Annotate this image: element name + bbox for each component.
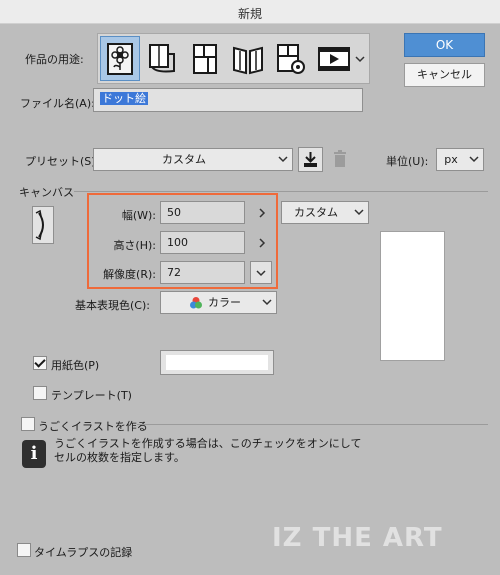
preset-select[interactable]: カスタム bbox=[93, 148, 293, 171]
canvas-divider bbox=[74, 191, 488, 192]
unit-label: 単位(U): bbox=[386, 155, 429, 168]
chevron-down-icon bbox=[355, 55, 365, 62]
save-preset-button[interactable] bbox=[298, 147, 323, 172]
usage-animation-button[interactable] bbox=[314, 36, 354, 81]
chevron-down-icon bbox=[256, 269, 266, 276]
illustration-icon bbox=[107, 42, 133, 75]
canvas-preview bbox=[380, 231, 445, 361]
info-icon: i bbox=[22, 440, 46, 468]
color-mode-select[interactable]: カラー bbox=[160, 291, 277, 314]
size-preset-select[interactable]: カスタム bbox=[281, 201, 369, 224]
height-input[interactable]: 100 bbox=[160, 231, 245, 254]
chevron-down-icon bbox=[469, 156, 479, 163]
width-label: 幅(W): bbox=[121, 209, 156, 222]
chevron-down-icon bbox=[354, 209, 364, 216]
rotate-orientation-icon bbox=[35, 209, 44, 241]
width-input[interactable]: 50 bbox=[160, 201, 245, 224]
orientation-button[interactable] bbox=[32, 206, 54, 244]
comic-icon bbox=[193, 43, 217, 74]
usage-illustration-button[interactable] bbox=[100, 36, 140, 81]
paper-color-swatch-button[interactable] bbox=[160, 350, 274, 375]
animation-checkbox[interactable] bbox=[21, 417, 35, 431]
chevron-right-icon bbox=[259, 207, 266, 218]
window-title: 新規 bbox=[237, 7, 262, 21]
usage-book-button[interactable] bbox=[228, 36, 268, 81]
title-bar: 新規 bbox=[0, 0, 500, 24]
resolution-input[interactable]: 72 bbox=[160, 261, 245, 284]
filename-input[interactable]: ドット絵 bbox=[93, 88, 363, 112]
usage-more-button[interactable] bbox=[353, 36, 367, 81]
canvas-section-label: キャンバス bbox=[19, 186, 74, 199]
usage-comic-button[interactable] bbox=[185, 36, 225, 81]
ok-button[interactable]: OK bbox=[404, 33, 485, 57]
preset-label: プリセット(S): bbox=[25, 155, 100, 168]
height-arrow-button[interactable] bbox=[254, 231, 270, 254]
download-icon bbox=[304, 152, 317, 167]
preset-value: カスタム bbox=[162, 153, 206, 166]
chevron-down-icon bbox=[262, 299, 272, 306]
paper-color-label: 用紙色(P) bbox=[51, 359, 100, 372]
usage-webtoon-button[interactable] bbox=[142, 36, 182, 81]
color-mode-value: カラー bbox=[208, 296, 241, 309]
filename-value: ドット絵 bbox=[100, 92, 148, 105]
chevron-down-icon bbox=[278, 156, 288, 163]
width-arrow-button[interactable] bbox=[254, 201, 270, 224]
usage-print-button[interactable] bbox=[271, 36, 311, 81]
timelapse-checkbox[interactable] bbox=[17, 543, 31, 557]
resolution-label: 解像度(R): bbox=[103, 268, 156, 281]
trash-icon bbox=[334, 150, 346, 167]
watermark-text: IZ THE ART bbox=[272, 523, 443, 553]
delete-preset-button[interactable] bbox=[329, 148, 351, 171]
timelapse-label: タイムラプスの記録 bbox=[34, 546, 133, 559]
resolution-dropdown-button[interactable] bbox=[250, 261, 272, 284]
paper-color-checkbox[interactable] bbox=[33, 356, 47, 370]
cancel-button[interactable]: キャンセル bbox=[404, 63, 485, 87]
filename-label: ファイル名(A): bbox=[20, 97, 95, 110]
paper-color-swatch bbox=[166, 355, 268, 370]
webtoon-icon bbox=[149, 43, 175, 72]
animation-info-line-1: うごくイラストを作成する場合は、このチェックをオンにして bbox=[54, 437, 362, 450]
template-label: テンプレート(T) bbox=[51, 389, 132, 402]
book-icon bbox=[233, 46, 263, 74]
usage-label: 作品の用途: bbox=[25, 53, 84, 66]
usage-selector bbox=[97, 33, 370, 84]
color-mode-label: 基本表現色(C): bbox=[75, 299, 150, 312]
unit-value: px bbox=[444, 153, 458, 166]
animation-label: うごくイラストを作る bbox=[38, 420, 148, 433]
chevron-right-icon bbox=[259, 237, 266, 248]
height-label: 高さ(H): bbox=[113, 239, 156, 252]
print-settings-icon bbox=[277, 43, 305, 74]
unit-select[interactable]: px bbox=[436, 148, 484, 171]
template-checkbox[interactable] bbox=[33, 386, 47, 400]
animation-divider bbox=[137, 424, 488, 425]
animation-info-line-2: セルの枚数を指定します。 bbox=[54, 451, 185, 464]
color-mode-icon bbox=[190, 297, 202, 309]
animation-icon bbox=[318, 46, 350, 71]
size-preset-value: カスタム bbox=[294, 206, 338, 219]
